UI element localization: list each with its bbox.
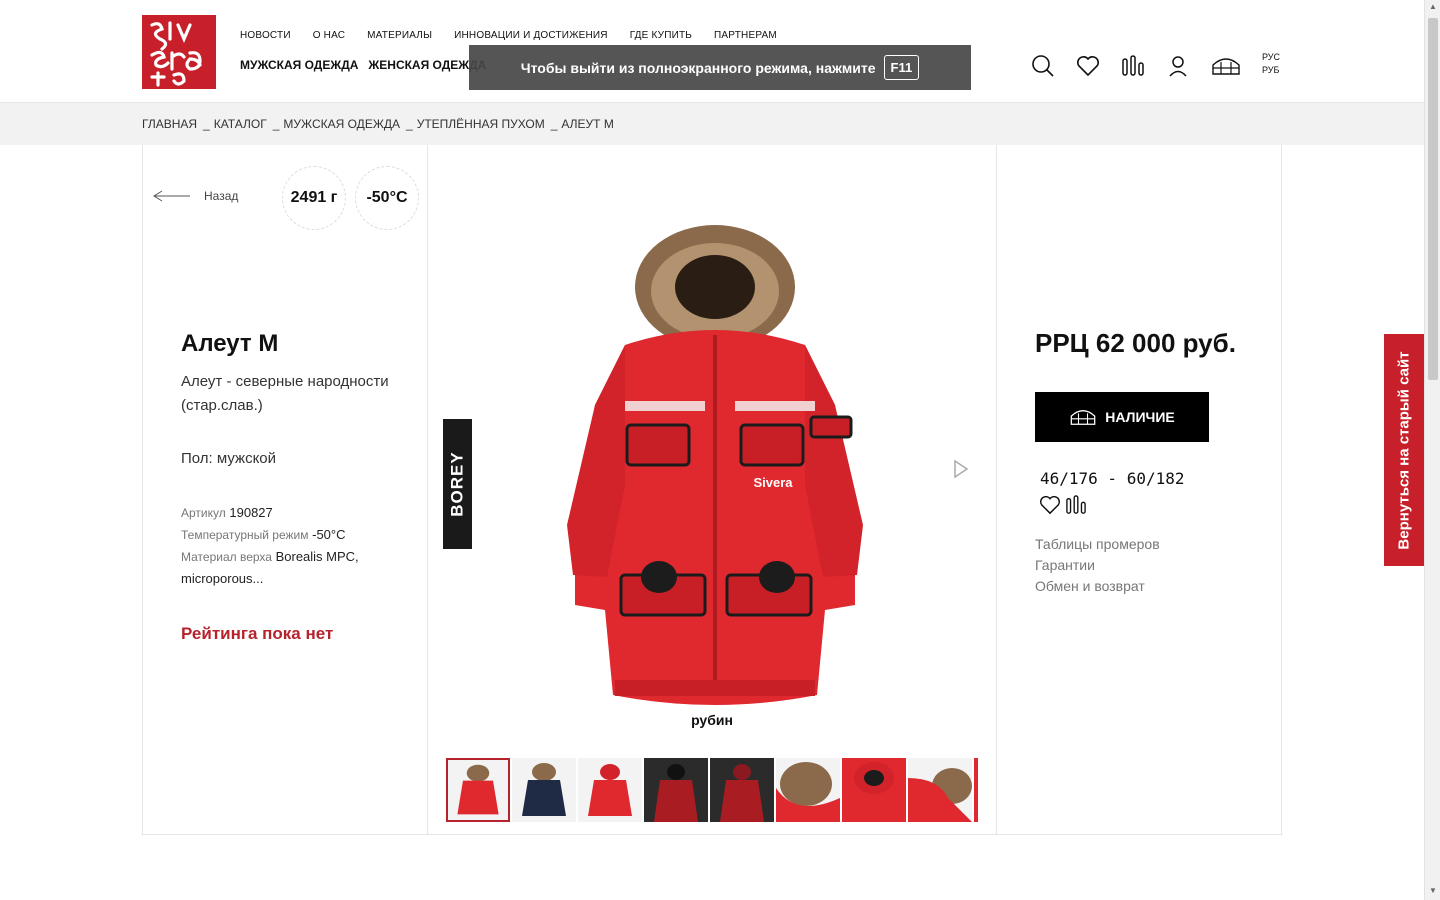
thumbnail-7[interactable] [842,758,906,822]
svg-text:Sivera: Sivera [753,475,793,490]
lang-currency-switch[interactable]: РУС РУБ [1262,51,1280,77]
thumbnail-4[interactable] [644,758,708,822]
temp-label: Температурный режим [181,528,309,542]
temperature-badge: -50°C [355,166,419,230]
weight-value: 2491 г [290,189,338,206]
weight-badge: 2491 г [282,166,346,230]
sivera-logo-icon [142,15,216,89]
article-row: Артикул 190827 [181,502,391,524]
product-image[interactable]: Sivera [555,225,875,715]
nav-innovations[interactable]: ИННОВАЦИИ И ДОСТИЖЕНИЯ [454,30,608,41]
nav-mens[interactable]: МУЖСКАЯ ОДЕЖДА [240,58,358,72]
back-label: Назад [204,189,239,203]
line-badge: BOREY [443,419,472,549]
thumbnail-8[interactable] [908,758,972,822]
currency-label[interactable]: РУБ [1262,64,1280,77]
temperature-value: -50°C [366,189,408,206]
product-page: НОВОСТИ О НАС МАТЕРИАЛЫ ИННОВАЦИИ И ДОСТ… [0,0,1440,900]
arrow-left-icon [153,190,190,202]
heart-icon[interactable] [1075,54,1101,78]
temp-row: Температурный режим -50°C [181,524,391,546]
product-gender: Пол: мужской [181,450,277,467]
product-info-column [142,145,428,835]
thumbnail-6[interactable] [776,758,840,822]
color-label: рубин [681,705,743,735]
material-row: Материал верха Borealis MPC, microporous… [181,546,391,590]
scroll-down-icon[interactable]: ▼ [1429,886,1437,895]
thumbnail-strip [446,758,978,822]
header-icons [1030,54,1261,78]
rating-link[interactable]: Рейтинга пока нет [181,624,333,644]
product-properties: Артикул 190827 Температурный режим -50°C… [181,502,391,590]
info-links: Таблицы промеров Гарантии Обмен и возвра… [1035,534,1160,597]
temp-value: -50°C [312,527,346,542]
nav-where-to-buy[interactable]: ГДЕ КУПИТЬ [630,30,692,41]
thumbnail-1[interactable] [446,758,510,822]
breadcrumb-catalog[interactable]: _ КАТАЛОГ [203,117,267,131]
breadcrumb-down[interactable]: _ УТЕПЛЁННАЯ ПУХОМ [406,117,545,131]
back-link[interactable]: Назад [152,189,238,203]
line-badge-text: BOREY [447,451,467,517]
article-value: 190827 [229,505,273,520]
breadcrumb-current: _ АЛЕУТ М [550,117,614,131]
product-description: Алеут - северные народности (стар.слав.) [181,373,389,414]
returns-link[interactable]: Обмен и возврат [1035,576,1160,597]
compare-icon[interactable] [1120,54,1146,78]
size-range: 46/176 - 60/182 [1040,469,1185,488]
search-icon[interactable] [1030,54,1056,78]
store-icon[interactable] [1210,54,1242,78]
store-icon [1070,410,1096,425]
f11-key: F11 [883,55,920,80]
main-nav: МУЖСКАЯ ОДЕЖДА ЖЕНСКАЯ ОДЕЖДА [240,58,496,72]
breadcrumb-mens[interactable]: _ МУЖСКАЯ ОДЕЖДА [273,117,400,131]
purchase-column [996,145,1282,835]
thumbnail-3[interactable] [578,758,642,822]
top-nav: НОВОСТИ О НАС МАТЕРИАЛЫ ИННОВАЦИИ И ДОСТ… [240,30,799,41]
add-to-compare-icon[interactable] [1065,495,1087,520]
breadcrumb: ГЛАВНАЯ _ КАТАЛОГ _ МУЖСКАЯ ОДЕЖДА _ УТЕПЛЁ… [0,103,1424,145]
nav-news[interactable]: НОВОСТИ [240,30,291,41]
user-icon[interactable] [1165,54,1191,78]
scrollbar[interactable]: ▲ ▼ [1424,0,1440,900]
product-price: РРЦ 62 000 руб. [1035,328,1236,358]
next-image-icon[interactable] [952,459,970,484]
thumbnail-2[interactable] [512,758,576,822]
scroll-up-icon[interactable]: ▲ [1429,2,1437,11]
nav-materials[interactable]: МАТЕРИАЛЫ [367,30,432,41]
fullscreen-notice-text: Чтобы выйти из полноэкранного режима, на… [520,59,876,76]
fullscreen-notice: Чтобы выйти из полноэкранного режима, на… [469,45,971,90]
old-site-label: Вернуться на старый сайт [1395,350,1413,550]
logo[interactable] [142,15,216,89]
thumbnail-9[interactable] [974,758,978,822]
material-label: Материал верха [181,550,272,564]
availability-button[interactable]: НАЛИЧИЕ [1035,392,1209,442]
old-site-tab[interactable]: Вернуться на старый сайт [1384,334,1424,566]
nav-about[interactable]: О НАС [313,30,345,41]
product-title: Алеут М [181,330,279,357]
size-chart-link[interactable]: Таблицы промеров [1035,534,1160,555]
thumbnail-5[interactable] [710,758,774,822]
nav-partners[interactable]: ПАРТНЕРАМ [714,30,777,41]
breadcrumb-home[interactable]: ГЛАВНАЯ [142,117,197,131]
article-label: Артикул [181,506,226,520]
product-actions [1039,495,1087,520]
warranty-link[interactable]: Гарантии [1035,555,1160,576]
availability-label: НАЛИЧИЕ [1105,409,1175,425]
add-to-favorites-icon[interactable] [1039,495,1061,520]
lang-label[interactable]: РУС [1262,51,1280,64]
scrollbar-thumb[interactable] [1428,18,1438,380]
